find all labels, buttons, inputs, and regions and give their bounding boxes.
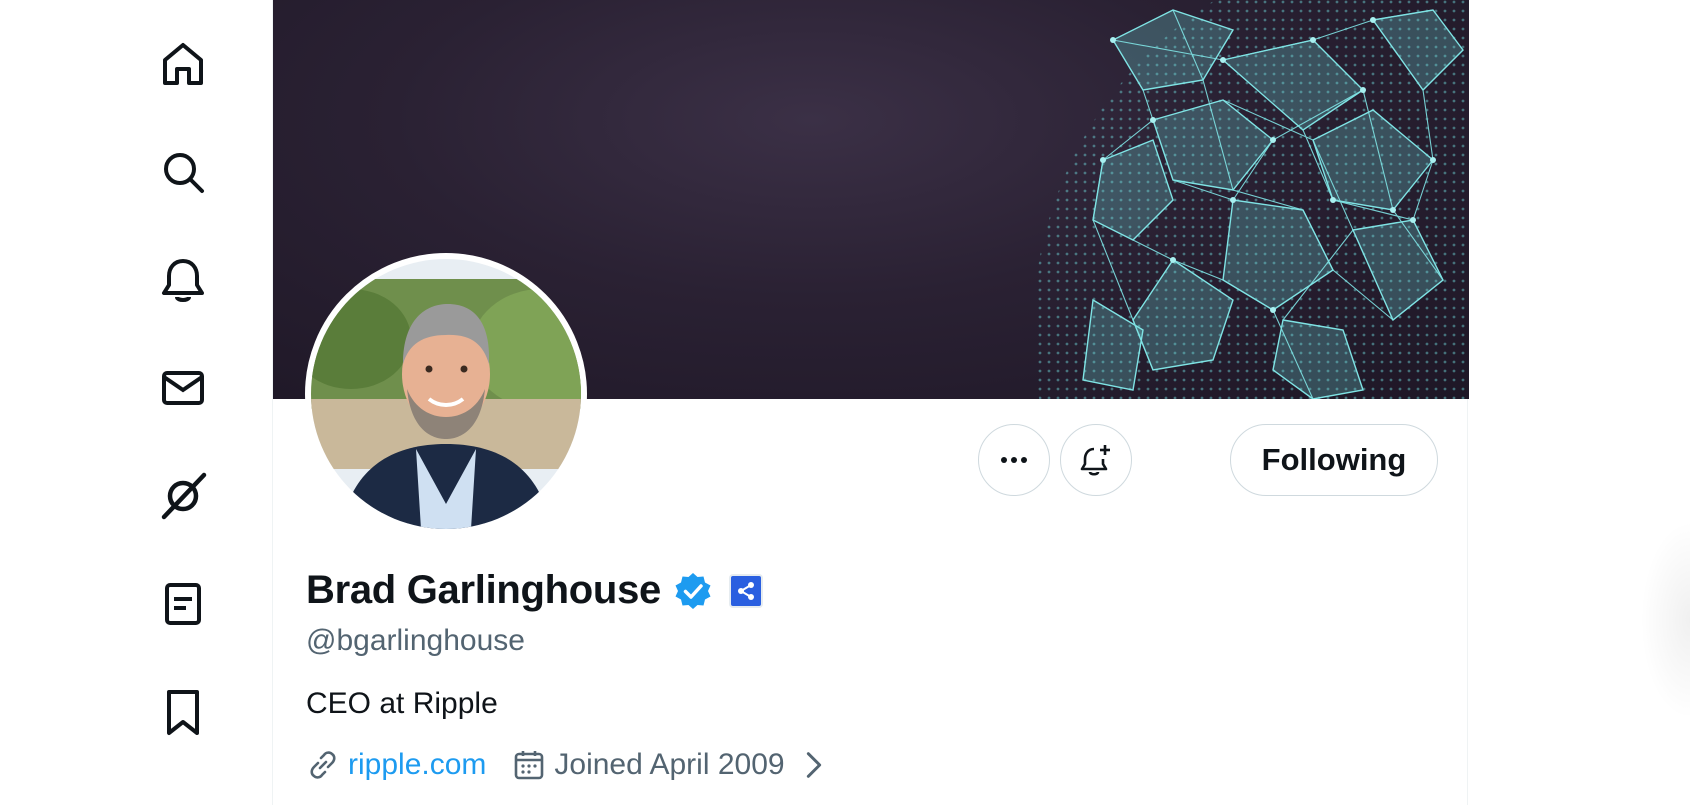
home-icon <box>163 43 203 85</box>
profile-column: Following Brad Garlinghouse @bgarlinghou… <box>272 0 1469 805</box>
more-icon <box>1001 457 1027 463</box>
nav-lists[interactable] <box>150 571 216 637</box>
nav-messages[interactable] <box>150 355 216 421</box>
profile-name: Brad Garlinghouse <box>306 568 661 612</box>
following-button[interactable]: Following <box>1230 424 1438 496</box>
profile-avatar[interactable] <box>305 253 587 535</box>
profile-name-row: Brad Garlinghouse <box>306 568 763 613</box>
joined-item[interactable]: Joined April 2009 <box>512 748 830 782</box>
nav-grok[interactable] <box>150 463 216 529</box>
calendar-icon <box>515 751 544 780</box>
nav-home[interactable] <box>150 31 216 97</box>
more-button[interactable] <box>978 424 1050 496</box>
link-icon <box>310 751 336 779</box>
nav-bookmarks[interactable] <box>150 679 216 745</box>
bell-plus-icon <box>1080 445 1110 476</box>
bookmark-icon <box>167 690 199 735</box>
envelope-icon <box>162 371 204 405</box>
chevron-right-icon <box>806 752 821 778</box>
grok-icon <box>161 472 207 520</box>
list-icon <box>165 583 201 625</box>
nav-explore[interactable] <box>150 139 216 205</box>
verified-badge-icon[interactable] <box>673 571 713 611</box>
profile-meta: ripple.com Joined April 2009 <box>306 748 857 782</box>
profile-bio: CEO at Ripple <box>306 687 498 720</box>
avatar-photo <box>311 259 581 529</box>
left-nav <box>0 0 272 805</box>
bell-icon <box>162 259 204 302</box>
affiliation-badge[interactable] <box>728 573 763 608</box>
profile-handle: @bgarlinghouse <box>306 624 525 657</box>
nav-notifications[interactable] <box>150 247 216 313</box>
side-panel-edge <box>1640 520 1690 720</box>
website-item: ripple.com <box>306 748 486 782</box>
website-link[interactable]: ripple.com <box>348 748 486 782</box>
notify-button[interactable] <box>1060 424 1132 496</box>
search-icon <box>164 153 204 193</box>
ripple-logo-icon <box>737 581 754 600</box>
joined-date: Joined April 2009 <box>554 748 785 781</box>
